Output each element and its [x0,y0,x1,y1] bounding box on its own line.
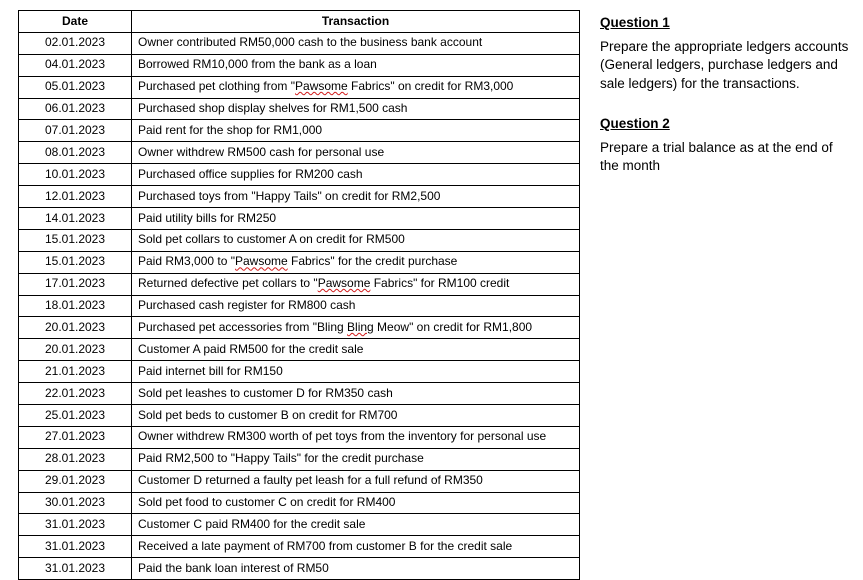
cell-date: 10.01.2023 [19,164,132,186]
spellcheck-word: Pawsome [295,79,348,93]
cell-transaction: Paid internet bill for RM150 [132,361,580,383]
cell-transaction: Paid RM2,500 to "Happy Tails" for the cr… [132,448,580,470]
cell-date: 14.01.2023 [19,208,132,230]
table-row: 22.01.2023Sold pet leashes to customer D… [19,383,580,405]
header-date: Date [19,11,132,33]
cell-date: 05.01.2023 [19,76,132,98]
cell-transaction: Purchased shop display shelves for RM1,5… [132,98,580,120]
cell-transaction: Purchased office supplies for RM200 cash [132,164,580,186]
table-row: 21.01.2023Paid internet bill for RM150 [19,361,580,383]
cell-date: 07.01.2023 [19,120,132,142]
table-row: 29.01.2023Customer D returned a faulty p… [19,470,580,492]
cell-date: 18.01.2023 [19,295,132,317]
cell-date: 06.01.2023 [19,98,132,120]
table-row: 02.01.2023Owner contributed RM50,000 cas… [19,32,580,54]
cell-date: 15.01.2023 [19,251,132,273]
table-row: 30.01.2023Sold pet food to customer C on… [19,492,580,514]
table-row: 15.01.2023Sold pet collars to customer A… [19,229,580,251]
table-row: 12.01.2023Purchased toys from "Happy Tai… [19,186,580,208]
table-row: 25.01.2023Sold pet beds to customer B on… [19,405,580,427]
cell-date: 21.01.2023 [19,361,132,383]
cell-date: 25.01.2023 [19,405,132,427]
page: Date Transaction 02.01.2023Owner contrib… [0,0,863,537]
table-row: 05.01.2023Purchased pet clothing from "P… [19,76,580,98]
cell-date: 15.01.2023 [19,229,132,251]
cell-transaction: Paid RM3,000 to "Pawsome Fabrics" for th… [132,251,580,273]
table-row: 28.01.2023Paid RM2,500 to "Happy Tails" … [19,448,580,470]
cell-transaction: Sold pet leashes to customer D for RM350… [132,383,580,405]
cell-date: 31.01.2023 [19,514,132,536]
table-row: 18.01.2023Purchased cash register for RM… [19,295,580,317]
table-row: 06.01.2023Purchased shop display shelves… [19,98,580,120]
header-transaction: Transaction [132,11,580,33]
spellcheck-word: Pawsome [235,254,288,268]
cell-date: 30.01.2023 [19,492,132,514]
cell-transaction: Received a late payment of RM700 from cu… [132,536,580,558]
question-1-title: Question 1 [600,14,849,32]
transactions-panel: Date Transaction 02.01.2023Owner contrib… [18,10,580,527]
question-1-body: Prepare the appropriate ledgers accounts… [600,38,849,93]
cell-date: 22.01.2023 [19,383,132,405]
spellcheck-word: Bling [347,320,374,334]
transactions-body: 02.01.2023Owner contributed RM50,000 cas… [19,32,580,579]
cell-transaction: Owner contributed RM50,000 cash to the b… [132,32,580,54]
cell-date: 02.01.2023 [19,32,132,54]
questions-panel: Question 1 Prepare the appropriate ledge… [600,10,849,527]
cell-transaction: Purchased cash register for RM800 cash [132,295,580,317]
cell-transaction: Purchased toys from "Happy Tails" on cre… [132,186,580,208]
cell-date: 31.01.2023 [19,558,132,580]
question-2-title: Question 2 [600,115,849,133]
cell-date: 29.01.2023 [19,470,132,492]
spellcheck-word: Pawsome [318,276,371,290]
table-row: 31.01.2023Paid the bank loan interest of… [19,558,580,580]
cell-transaction: Customer D returned a faulty pet leash f… [132,470,580,492]
cell-transaction: Paid the bank loan interest of RM50 [132,558,580,580]
cell-transaction: Sold pet beds to customer B on credit fo… [132,405,580,427]
cell-date: 20.01.2023 [19,339,132,361]
cell-date: 17.01.2023 [19,273,132,295]
cell-transaction: Customer A paid RM500 for the credit sal… [132,339,580,361]
table-row: 04.01.2023Borrowed RM10,000 from the ban… [19,54,580,76]
table-row: 20.01.2023Purchased pet accessories from… [19,317,580,339]
cell-transaction: Customer C paid RM400 for the credit sal… [132,514,580,536]
cell-transaction: Sold pet food to customer C on credit fo… [132,492,580,514]
table-row: 08.01.2023Owner withdrew RM500 cash for … [19,142,580,164]
cell-transaction: Paid rent for the shop for RM1,000 [132,120,580,142]
table-row: 14.01.2023Paid utility bills for RM250 [19,208,580,230]
cell-transaction: Purchased pet clothing from "Pawsome Fab… [132,76,580,98]
table-row: 10.01.2023Purchased office supplies for … [19,164,580,186]
cell-date: 12.01.2023 [19,186,132,208]
cell-transaction: Paid utility bills for RM250 [132,208,580,230]
cell-transaction: Purchased pet accessories from "Bling Bl… [132,317,580,339]
table-row: 17.01.2023Returned defective pet collars… [19,273,580,295]
table-row: 27.01.2023Owner withdrew RM300 worth of … [19,426,580,448]
cell-transaction: Sold pet collars to customer A on credit… [132,229,580,251]
cell-transaction: Borrowed RM10,000 from the bank as a loa… [132,54,580,76]
cell-date: 27.01.2023 [19,426,132,448]
cell-transaction: Owner withdrew RM300 worth of pet toys f… [132,426,580,448]
table-row: 31.01.2023Received a late payment of RM7… [19,536,580,558]
question-1: Question 1 Prepare the appropriate ledge… [600,14,849,93]
cell-date: 04.01.2023 [19,54,132,76]
transactions-table: Date Transaction 02.01.2023Owner contrib… [18,10,580,580]
cell-date: 20.01.2023 [19,317,132,339]
table-row: 07.01.2023Paid rent for the shop for RM1… [19,120,580,142]
question-2-body: Prepare a trial balance as at the end of… [600,139,849,175]
cell-transaction: Returned defective pet collars to "Pawso… [132,273,580,295]
cell-date: 28.01.2023 [19,448,132,470]
table-row: 31.01.2023Customer C paid RM400 for the … [19,514,580,536]
cell-transaction: Owner withdrew RM500 cash for personal u… [132,142,580,164]
question-2: Question 2 Prepare a trial balance as at… [600,115,849,176]
cell-date: 31.01.2023 [19,536,132,558]
table-row: 20.01.2023Customer A paid RM500 for the … [19,339,580,361]
cell-date: 08.01.2023 [19,142,132,164]
table-header-row: Date Transaction [19,11,580,33]
table-row: 15.01.2023Paid RM3,000 to "Pawsome Fabri… [19,251,580,273]
